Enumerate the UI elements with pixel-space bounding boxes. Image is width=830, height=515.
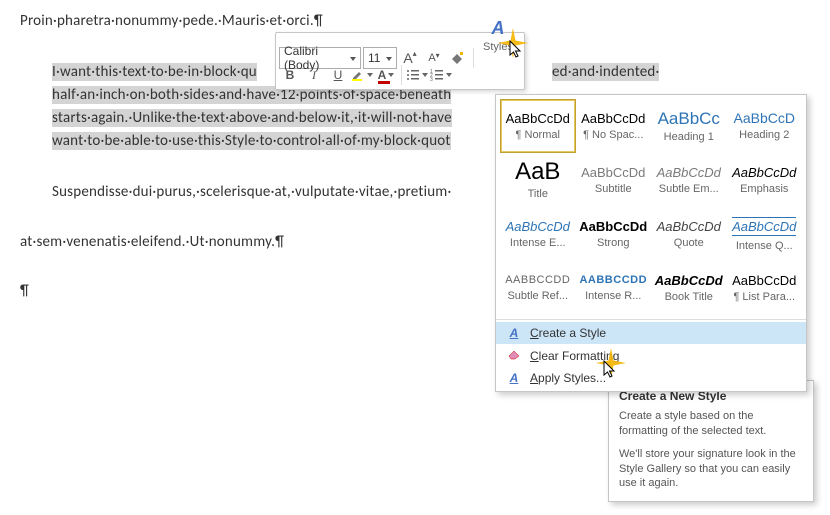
apply-styles-icon: A (506, 371, 522, 385)
eraser-icon (506, 348, 522, 363)
style-gallery-item[interactable]: AABBCCDD Subtle Ref... (500, 261, 576, 315)
create-style-icon: A (506, 326, 522, 340)
style-gallery-item[interactable]: AaBbCc Heading 1 (651, 99, 727, 153)
svg-text:3: 3 (430, 77, 433, 81)
cursor-icon (603, 360, 617, 378)
style-gallery-item[interactable]: AaBbCcDd Emphasis (727, 153, 803, 207)
style-preview: AaBbCcDd (581, 112, 645, 125)
clear-formatting-menu-item[interactable]: Clear Formatting (496, 344, 806, 367)
tooltip-paragraph: We'll store your signature look in the S… (619, 447, 803, 492)
style-name-label: Subtle Ref... (507, 290, 568, 302)
style-gallery-item[interactable]: AABBCCDD Intense R... (576, 261, 652, 315)
style-gallery-item[interactable]: AaBbCcDd ¶ Normal (500, 99, 576, 153)
style-gallery-item[interactable]: AaBbCcDd Book Title (651, 261, 727, 315)
style-name-label: Heading 2 (739, 129, 789, 141)
style-name-label: Book Title (665, 291, 713, 303)
style-preview: AaBbCcDd (732, 166, 796, 179)
underline-button[interactable]: U (327, 64, 349, 86)
highlight-button[interactable] (351, 64, 373, 86)
style-gallery-item[interactable]: AaBbCcDd Subtle Em... (651, 153, 727, 207)
style-gallery-item[interactable]: AaBbCcDd Strong (576, 207, 652, 261)
style-preview: AaBbCcDd (657, 220, 721, 233)
style-preview: AaBbCc (658, 110, 720, 127)
style-name-label: Title (528, 188, 548, 200)
style-preview: AaBbCcDd (506, 112, 570, 125)
italic-button[interactable]: I (303, 64, 325, 86)
style-preview: AaBbCcDd (732, 217, 796, 236)
style-gallery-item[interactable]: AaBbCcDd Intense E... (500, 207, 576, 261)
style-gallery-item[interactable]: AaBbCcD Heading 2 (727, 99, 803, 153)
apply-styles-menu-item[interactable]: A Apply Styles... (496, 367, 806, 389)
style-preview: AABBCCDD (579, 275, 647, 286)
style-preview: AaBbCcDd (657, 166, 721, 179)
style-name-label: ¶ No Spac... (583, 129, 643, 141)
style-preview: AABBCCDD (505, 275, 570, 286)
style-preview: AaBbCcDd (732, 274, 796, 287)
style-name-label: Intense E... (510, 237, 566, 249)
style-name-label: Strong (597, 237, 629, 249)
style-name-label: Intense Q... (736, 240, 793, 252)
style-gallery-item[interactable]: AaB Title (500, 153, 576, 207)
style-name-label: Heading 1 (664, 131, 714, 143)
style-name-label: ¶ List Para... (733, 291, 795, 303)
style-name-label: Subtitle (595, 183, 632, 195)
create-style-label: Create a Style (530, 326, 606, 340)
style-gallery-item[interactable]: AaBbCcDd Quote (651, 207, 727, 261)
style-name-label: Emphasis (740, 183, 788, 195)
style-preview: AaBbCcDd (506, 220, 570, 233)
style-gallery-item[interactable]: AaBbCcDd ¶ No Spac... (576, 99, 652, 153)
style-name-label: Quote (674, 237, 704, 249)
selected-text: I·want·this·text·to·be·in·block·qu (52, 63, 257, 81)
style-preview: AaB (515, 160, 560, 184)
style-preview: AaBbCcDd (579, 220, 647, 233)
apply-styles-label: Apply Styles... (530, 371, 606, 385)
mini-toolbar: Calibri (Body) 11 A▴ A▾ A Styles B I U A… (275, 32, 525, 90)
style-preview: AaBbCcD (734, 111, 795, 125)
style-name-label: Intense R... (585, 290, 641, 302)
tooltip-paragraph: Create a style based on the formatting o… (619, 409, 803, 439)
style-preview: AaBbCcDd (655, 274, 723, 287)
style-name-label: ¶ Normal (516, 129, 560, 141)
style-preview: AaBbCcDd (581, 166, 645, 179)
bullets-button[interactable] (406, 64, 428, 86)
create-style-menu-item[interactable]: A Create a Style (496, 322, 806, 344)
bold-button[interactable]: B (279, 64, 301, 86)
font-color-button[interactable]: A (375, 64, 397, 86)
style-gallery-item[interactable]: AaBbCcDd Subtitle (576, 153, 652, 207)
paragraph: Proin·pharetra·nonummy·pede.·Mauris·et·o… (20, 10, 810, 33)
tooltip: Create a New Style Create a style based … (608, 380, 814, 502)
styles-gallery-popup: AaBbCcDd¶ NormalAaBbCcDd¶ No Spac...AaBb… (495, 94, 807, 392)
numbering-button[interactable]: 123 (430, 64, 452, 86)
cursor-icon (509, 40, 523, 58)
style-name-label: Subtle Em... (659, 183, 719, 195)
style-gallery-item[interactable]: AaBbCcDd ¶ List Para... (727, 261, 803, 315)
style-gallery-item[interactable]: AaBbCcDd Intense Q... (727, 207, 803, 261)
